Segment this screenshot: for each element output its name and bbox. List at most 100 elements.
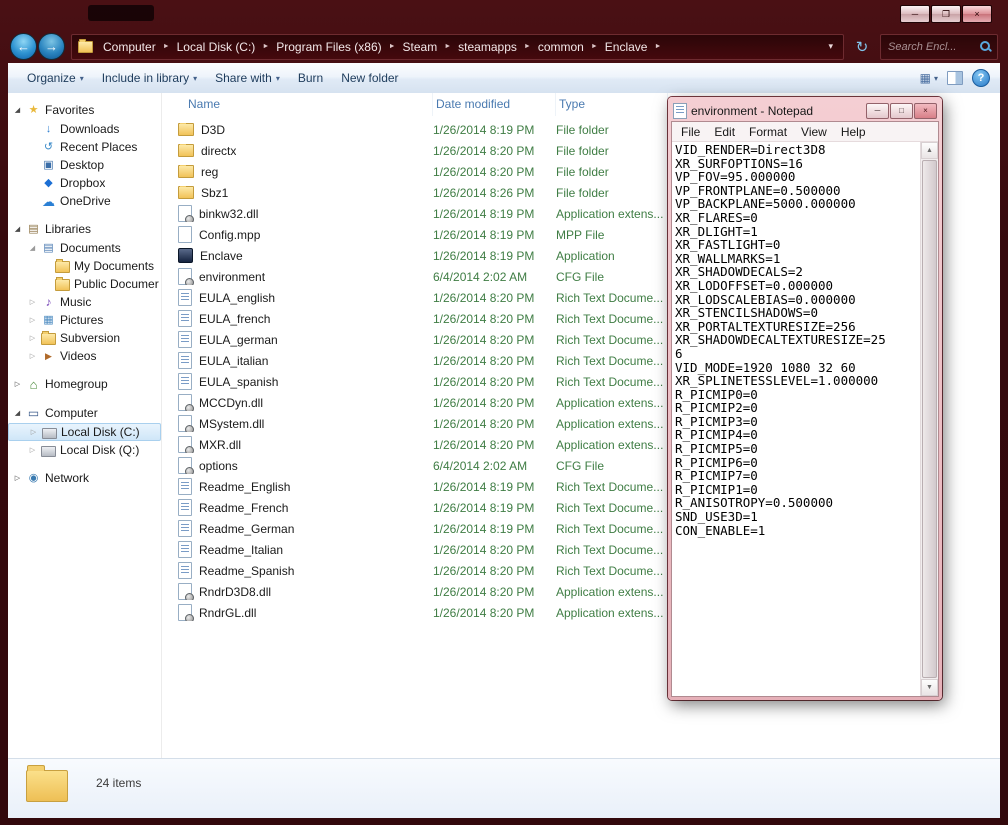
expander-icon[interactable]: ▷ <box>28 446 37 454</box>
scroll-up-button[interactable]: ▲ <box>921 142 938 159</box>
file-name: RndrD3D8.dll <box>162 583 433 600</box>
expander-icon[interactable]: ▷ <box>29 428 38 436</box>
menu-format[interactable]: Format <box>742 123 794 141</box>
breadcrumb-separator-icon[interactable]: ► <box>523 43 532 50</box>
expander-icon[interactable]: ▷ <box>28 352 37 360</box>
minimize-icon: ─ <box>875 107 881 115</box>
back-button[interactable]: ← <box>10 33 37 60</box>
address-bar[interactable]: Computer►Local Disk (C:)►Program Files (… <box>71 34 844 60</box>
expander-icon[interactable]: ▷ <box>28 298 37 306</box>
file-name: MCCDyn.dll <box>162 394 433 411</box>
sidebar-item-local-disk-c[interactable]: ▷Local Disk (C:) <box>8 423 161 441</box>
file-name: reg <box>162 165 433 179</box>
menu-help[interactable]: Help <box>834 123 873 141</box>
toolbar-button-share-with[interactable]: Share with▾ <box>206 67 289 89</box>
sidebar-item-desktop[interactable]: Desktop <box>8 156 161 174</box>
address-dropdown-button[interactable]: ▾ <box>822 41 839 52</box>
expander-icon[interactable]: ▷ <box>28 334 37 342</box>
toolbar-button-include-in-library[interactable]: Include in library▾ <box>93 67 206 89</box>
breadcrumb-item-steam[interactable]: Steam <box>397 36 444 58</box>
expander-icon[interactable]: ◢ <box>13 225 22 233</box>
sidebar-group-computer[interactable]: ◢Computer <box>8 403 161 423</box>
sidebar-item-downloads[interactable]: Downloads <box>8 120 161 138</box>
sidebar-item-my-documents[interactable]: My Documents <box>8 257 161 275</box>
maximize-button[interactable]: ❐ <box>931 5 961 23</box>
search-icon <box>979 40 992 53</box>
breadcrumb-separator-icon[interactable]: ► <box>388 43 397 50</box>
refresh-button[interactable]: ↻ <box>850 35 874 59</box>
file-date-modified: 1/26/2014 8:20 PM <box>433 144 556 158</box>
forward-button[interactable]: → <box>38 33 65 60</box>
expander-icon[interactable]: ◢ <box>13 106 22 114</box>
sidebar-group-network[interactable]: ▷Network <box>8 468 161 488</box>
change-view-button[interactable]: ▦ ▾ <box>920 71 938 85</box>
file-type: Application extens... <box>556 207 663 221</box>
breadcrumb-item-program-files-x86[interactable]: Program Files (x86) <box>270 36 387 58</box>
sidebar-item-documents[interactable]: ◢Documents <box>8 239 161 257</box>
column-header-type[interactable]: Type <box>556 93 668 116</box>
file-date-modified: 1/26/2014 8:20 PM <box>433 564 556 578</box>
folder-icon <box>178 144 194 157</box>
folder-icon <box>55 261 70 273</box>
file-date-modified: 1/26/2014 8:20 PM <box>433 438 556 452</box>
sidebar-group-favorites[interactable]: ◢Favorites <box>8 100 161 120</box>
help-button[interactable]: ? <box>972 69 990 87</box>
search-input[interactable] <box>886 40 976 54</box>
rtf-icon <box>178 289 192 306</box>
preview-pane-button[interactable] <box>947 71 963 85</box>
menu-file[interactable]: File <box>674 123 707 141</box>
toolbar-button-new-folder[interactable]: New folder <box>332 67 407 89</box>
dll-icon <box>178 604 192 621</box>
breadcrumb-separator-icon[interactable]: ► <box>443 43 452 50</box>
sidebar-group-libraries[interactable]: ◢Libraries <box>8 219 161 239</box>
close-button[interactable]: × <box>962 5 992 23</box>
file-type: Rich Text Docume... <box>556 312 663 326</box>
breadcrumb-item-enclave[interactable]: Enclave <box>599 36 654 58</box>
notepad-close-button[interactable]: × <box>914 103 937 119</box>
file-name: Readme_Spanish <box>162 562 433 579</box>
scroll-down-button[interactable]: ▼ <box>921 679 938 696</box>
sidebar-group-homegroup[interactable]: ▷Homegroup <box>8 374 161 394</box>
expander-icon[interactable]: ◢ <box>28 244 37 252</box>
file-date-modified: 1/26/2014 8:20 PM <box>433 333 556 347</box>
rtf-icon <box>178 541 192 558</box>
breadcrumb-item-computer[interactable]: Computer <box>97 36 162 58</box>
breadcrumb-separator-icon[interactable]: ► <box>261 43 270 50</box>
title-bar[interactable]: ─ ❐ × <box>0 0 1008 30</box>
toolbar-button-burn[interactable]: Burn <box>289 67 332 89</box>
file-name: D3D <box>162 123 433 137</box>
breadcrumb-separator-icon[interactable]: ► <box>590 43 599 50</box>
sidebar-item-videos[interactable]: ▷Videos <box>8 347 161 365</box>
sidebar-item-subversion[interactable]: ▷Subversion <box>8 329 161 347</box>
minimize-button[interactable]: ─ <box>900 5 930 23</box>
notepad-maximize-button[interactable]: □ <box>890 103 913 119</box>
expander-icon[interactable]: ▷ <box>28 316 37 324</box>
sidebar-item-onedrive[interactable]: OneDrive <box>8 192 161 210</box>
breadcrumb-item-common[interactable]: common <box>532 36 590 58</box>
expander-icon[interactable]: ▷ <box>13 380 22 388</box>
scrollbar-thumb[interactable] <box>922 160 937 678</box>
sidebar-item-recent-places[interactable]: Recent Places <box>8 138 161 156</box>
notepad-scrollbar[interactable]: ▲ ▼ <box>920 142 938 696</box>
sidebar-item-music[interactable]: ▷Music <box>8 293 161 311</box>
menu-view[interactable]: View <box>794 123 834 141</box>
breadcrumb-item-local-disk-c[interactable]: Local Disk (C:) <box>171 36 262 58</box>
menu-edit[interactable]: Edit <box>707 123 742 141</box>
breadcrumb-separator-icon[interactable]: ► <box>162 43 171 50</box>
breadcrumb-separator-icon[interactable]: ► <box>653 43 662 50</box>
notepad-minimize-button[interactable]: ─ <box>866 103 889 119</box>
expander-icon[interactable]: ◢ <box>13 409 22 417</box>
window-controls: ─ ❐ × <box>900 5 992 23</box>
sidebar-item-pictures[interactable]: ▷Pictures <box>8 311 161 329</box>
sidebar-item-public-documer[interactable]: Public Documer <box>8 275 161 293</box>
notepad-text[interactable]: VID_RENDER=Direct3D8 XR_SURFOPTIONS=16 V… <box>675 143 919 696</box>
notepad-title-bar[interactable]: environment - Notepad ─ □ × <box>671 100 939 121</box>
sidebar-item-dropbox[interactable]: Dropbox <box>8 174 161 192</box>
expander-icon[interactable]: ▷ <box>13 474 22 482</box>
column-header-date-modified[interactable]: Date modified <box>433 93 556 116</box>
notepad-title: environment - Notepad <box>691 104 862 118</box>
column-header-name[interactable]: Name <box>162 93 433 116</box>
sidebar-item-local-disk-q[interactable]: ▷Local Disk (Q:) <box>8 441 161 459</box>
breadcrumb-item-steamapps[interactable]: steamapps <box>452 36 523 58</box>
toolbar-button-organize[interactable]: Organize▾ <box>18 67 93 89</box>
